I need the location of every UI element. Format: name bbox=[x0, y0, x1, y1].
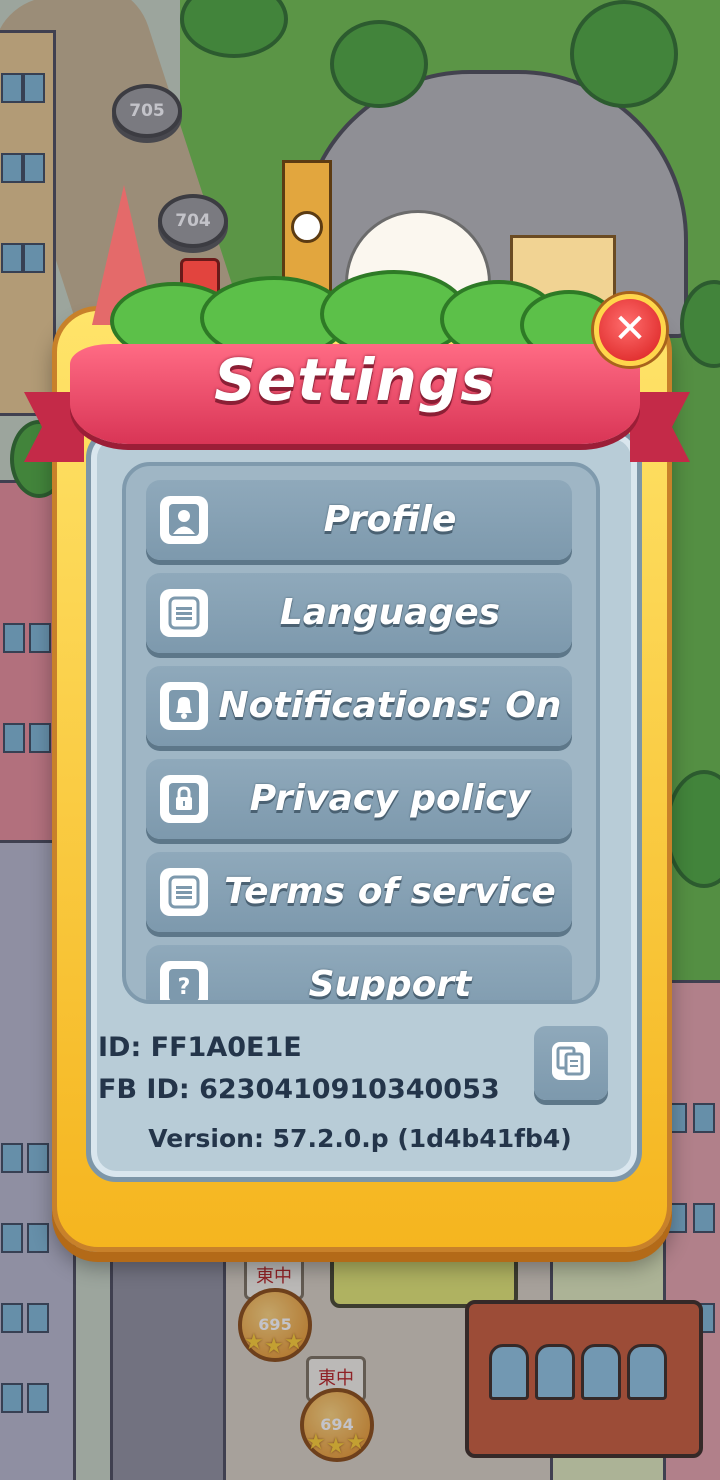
copy-id-button[interactable] bbox=[534, 1026, 608, 1100]
menu-item-label: Terms of service bbox=[224, 871, 556, 912]
lock-icon bbox=[160, 775, 208, 823]
player-id-text: ID: FF1A0E1E bbox=[98, 1032, 302, 1063]
menu-item-label: Notifications: On bbox=[218, 685, 562, 726]
svg-text:?: ? bbox=[178, 975, 191, 1000]
close-icon: ✕ bbox=[613, 306, 647, 352]
close-button[interactable]: ✕ bbox=[594, 294, 666, 366]
profile-icon bbox=[160, 496, 208, 544]
list-icon bbox=[160, 589, 208, 637]
document-icon bbox=[160, 868, 208, 916]
menu-item-label: Privacy policy bbox=[249, 778, 531, 819]
copy-icon bbox=[548, 1038, 594, 1088]
notifications-toggle[interactable]: Notifications: On bbox=[146, 666, 572, 746]
settings-menu-list[interactable]: Profile Languages Notifications: On Priv… bbox=[122, 462, 600, 1004]
bell-icon bbox=[160, 682, 208, 730]
support-button[interactable]: ? Support bbox=[146, 945, 572, 1004]
privacy-policy-button[interactable]: Privacy policy bbox=[146, 759, 572, 839]
menu-item-label: Languages bbox=[279, 592, 501, 633]
profile-button[interactable]: Profile bbox=[146, 480, 572, 560]
terms-of-service-button[interactable]: Terms of service bbox=[146, 852, 572, 932]
version-text: Version: 57.2.0.p (1d4b41fb4) bbox=[148, 1124, 572, 1153]
question-icon: ? bbox=[160, 961, 208, 1000]
facebook-id-text: FB ID: 6230410910340053 bbox=[98, 1074, 500, 1105]
dialog-title: Settings bbox=[214, 346, 496, 414]
menu-item-label: Profile bbox=[323, 499, 457, 540]
languages-button[interactable]: Languages bbox=[146, 573, 572, 653]
menu-item-label: Support bbox=[308, 964, 472, 1004]
